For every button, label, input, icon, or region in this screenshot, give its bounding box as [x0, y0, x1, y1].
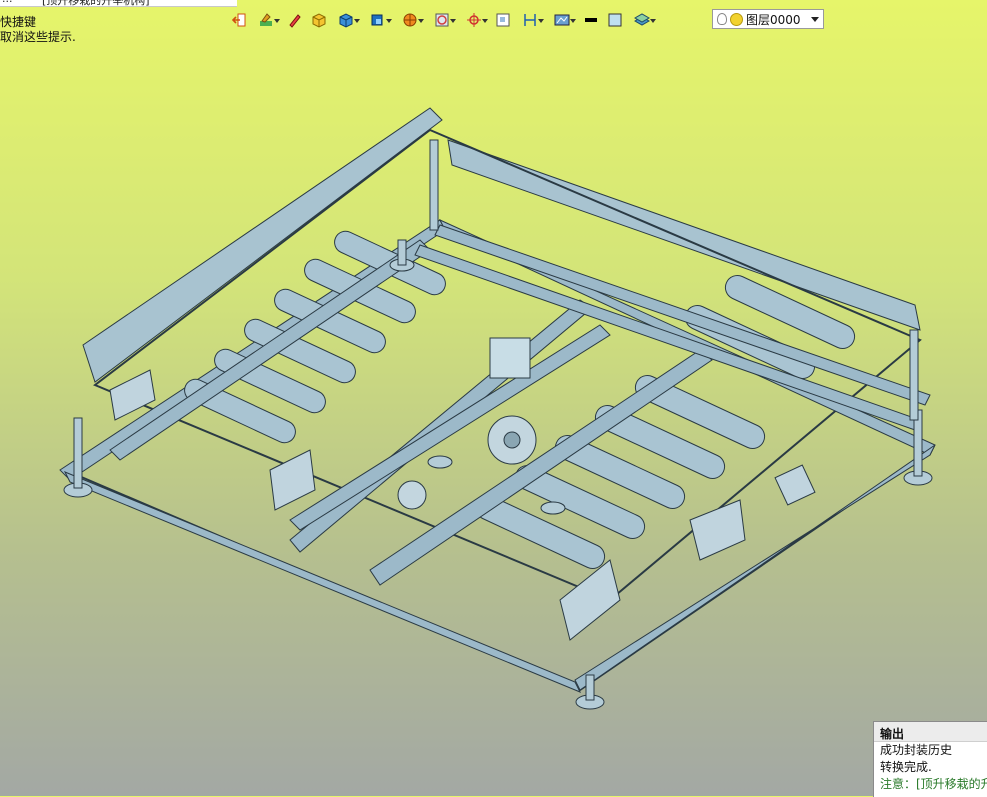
- cross-beam-3: [369, 349, 713, 586]
- output-line: 成功封装历史: [880, 743, 953, 757]
- motor-block: [489, 337, 531, 379]
- cad-model-viewport[interactable]: [0, 0, 987, 796]
- output-line-note: 注意：[顶升移栽的升举机构]: [880, 777, 987, 791]
- bracket-right: [689, 499, 746, 561]
- bracket-right-bottom: [559, 559, 621, 641]
- output-panel: 输出 成功封装历史 转换完成. 注意：[顶升移栽的升举机构]: [873, 721, 987, 797]
- bracket-mid: [269, 449, 316, 511]
- output-panel-title: 输出: [874, 722, 987, 742]
- output-line: 转换完成.: [880, 760, 932, 774]
